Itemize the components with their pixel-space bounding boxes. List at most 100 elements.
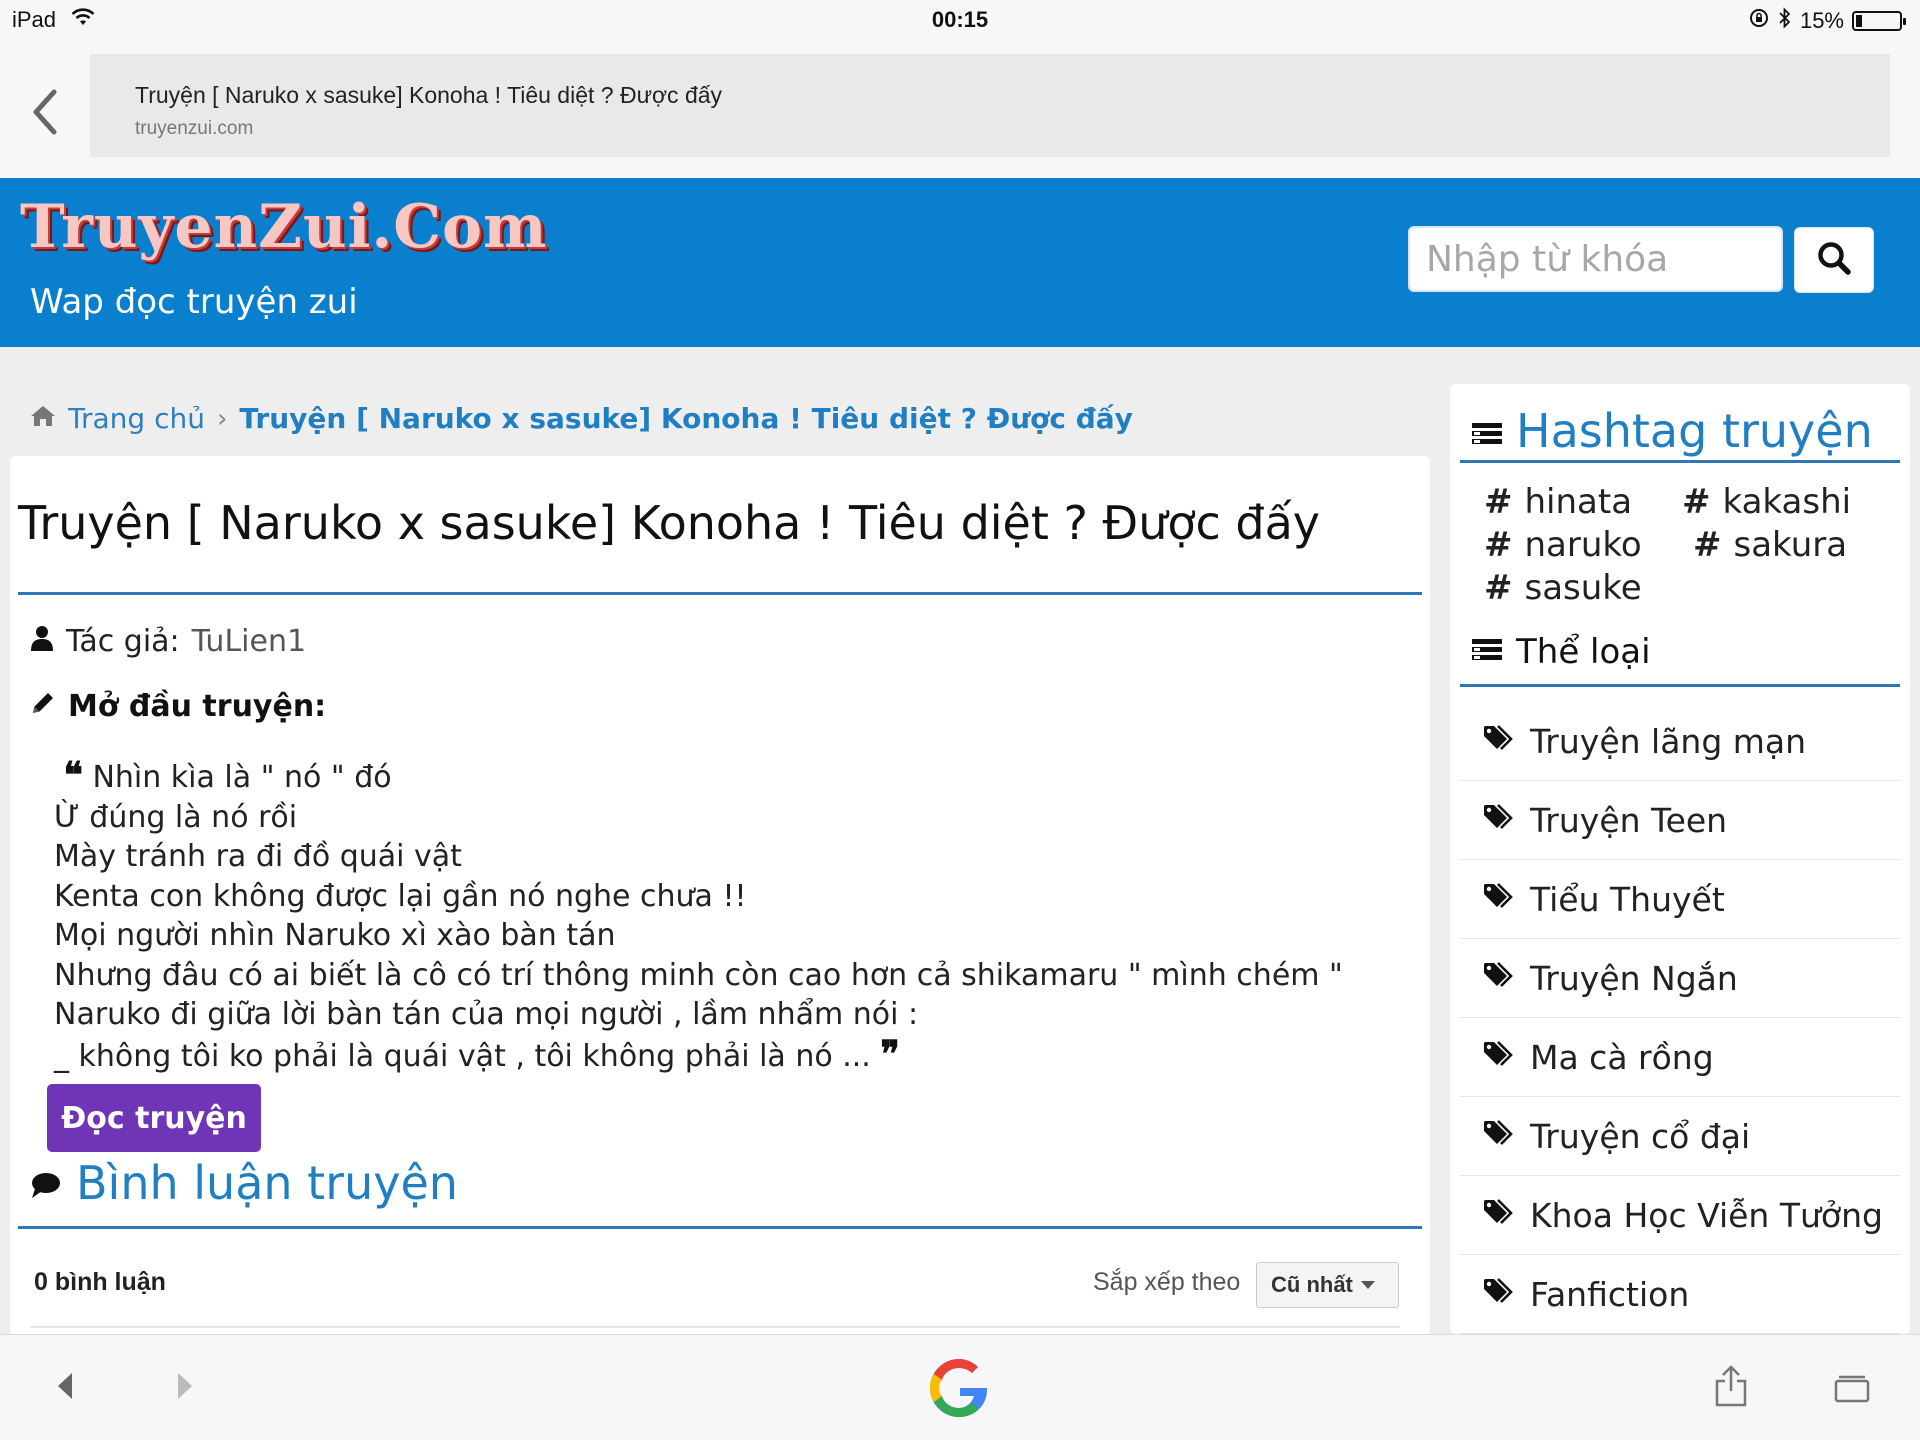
- site-tagline: Wap đọc truyện zui: [30, 282, 358, 322]
- genre-label: Truyện Teen: [1530, 800, 1728, 840]
- site-header: TruyenZui.Com Wap đọc truyện zui: [0, 178, 1920, 347]
- chevron-down-icon: [1360, 1281, 1375, 1289]
- hashtag-divider: [1460, 460, 1900, 463]
- tag-icon: [1482, 1275, 1516, 1314]
- hashtag-link[interactable]: # hinata: [1484, 482, 1632, 522]
- story-title: Truyện [ Naruko x sasuke] Konoha ! Tiêu …: [18, 496, 1321, 550]
- pencil-icon: [30, 689, 56, 724]
- clock: 00:15: [931, 7, 989, 32]
- intro-line: ❝ Nhìn kìa là " nó " đó: [63, 754, 392, 796]
- genre-label: Ma cà rồng: [1530, 1037, 1714, 1077]
- intro-line: Naruko đi giữa lời bàn tán của mọi người…: [54, 997, 919, 1032]
- breadcrumb-home[interactable]: Trang chủ: [68, 402, 205, 435]
- genre-label: Truyện lãng mạn: [1530, 721, 1807, 761]
- search-button[interactable]: [1794, 227, 1874, 293]
- address-bar[interactable]: Truyện [ Naruko x sasuke] Konoha ! Tiêu …: [90, 54, 1890, 157]
- genre-link[interactable]: Khoa Học Viễn Tưởng: [1460, 1176, 1900, 1255]
- intro-line: Kenta con không được lại gần nó nghe chư…: [54, 878, 747, 914]
- battery-percent: 15%: [1799, 8, 1844, 33]
- page-title-bar: Truyện [ Naruko x sasuke] Konoha ! Tiêu …: [135, 82, 723, 108]
- bluetooth-icon: [1778, 7, 1792, 35]
- genre-link[interactable]: Ma cà rồng: [1460, 1018, 1900, 1097]
- sort-select[interactable]: Cũ nhất: [1256, 1262, 1399, 1308]
- intro-heading-row: Mở đầu truyện:: [30, 689, 326, 724]
- share-icon[interactable]: [1714, 1365, 1748, 1411]
- comments-divider: [18, 1226, 1422, 1229]
- genre-link[interactable]: Truyện cổ đại: [1460, 1097, 1900, 1176]
- hashtag-heading: Hashtag truyện: [1516, 404, 1873, 458]
- genre-label: Tiểu Thuyết: [1530, 879, 1725, 919]
- quote-open-icon: ❝: [63, 754, 83, 796]
- home-icon[interactable]: [30, 402, 56, 435]
- author-name[interactable]: TuLien1: [192, 624, 306, 659]
- list-icon: [1472, 404, 1502, 458]
- genre-divider: [1460, 684, 1900, 687]
- back-icon[interactable]: [52, 1369, 78, 1407]
- hashtag-heading-row: Hashtag truyện: [1472, 404, 1873, 458]
- genre-heading: Thể loại: [1516, 632, 1651, 672]
- story-intro: ❝ Nhìn kìa là " nó " đó Ừ đúng là nó rồi…: [54, 754, 1343, 1076]
- tag-icon: [1482, 1196, 1516, 1235]
- comment-list-divider: [30, 1326, 1400, 1328]
- intro-heading: Mở đầu truyện:: [68, 689, 327, 724]
- author-row: Tác giả: TuLien1: [30, 624, 306, 659]
- battery-icon: [1852, 11, 1906, 31]
- intro-line: Mày tránh ra đi đồ quái vật: [54, 839, 462, 874]
- comment-count: 0 bình luận: [34, 1268, 166, 1296]
- tag-icon: [1482, 1038, 1516, 1077]
- search-input[interactable]: [1408, 226, 1783, 292]
- comments-heading: Bình luận truyện: [76, 1156, 458, 1210]
- tag-icon: [1482, 1117, 1516, 1156]
- breadcrumb: Trang chủ › Truyện [ Naruko x sasuke] Ko…: [30, 402, 1133, 435]
- genre-label: Truyện cổ đại: [1530, 1116, 1751, 1156]
- back-chevron-icon[interactable]: [26, 82, 66, 142]
- status-bar: iPad 00:15 15%: [0, 0, 1920, 40]
- title-divider: [18, 592, 1422, 595]
- tabs-icon[interactable]: [1834, 1373, 1870, 1407]
- intro-line: _ không tôi ko phải là quái vật , tôi kh…: [54, 1032, 900, 1075]
- user-icon: [30, 624, 54, 659]
- hashtag-link[interactable]: # sakura: [1693, 525, 1847, 565]
- genre-label: Truyện Ngắn: [1530, 958, 1738, 998]
- intro-line: Mọi người nhìn Naruko xì xào bàn tán: [54, 918, 616, 953]
- tag-icon: [1482, 801, 1516, 840]
- sort-value: Cũ nhất: [1271, 1272, 1353, 1297]
- breadcrumb-current[interactable]: Truyện [ Naruko x sasuke] Konoha ! Tiêu …: [239, 402, 1133, 435]
- browser-bar: Truyện [ Naruko x sasuke] Konoha ! Tiêu …: [0, 40, 1920, 178]
- genre-label: Khoa Học Viễn Tưởng: [1530, 1195, 1883, 1235]
- genre-link[interactable]: Truyện lãng mạn: [1460, 702, 1900, 781]
- comment-icon: [30, 1156, 62, 1210]
- story-card: Truyện [ Naruko x sasuke] Konoha ! Tiêu …: [10, 456, 1430, 1336]
- hash-icon: #: [1484, 482, 1513, 522]
- list-icon: [1472, 632, 1502, 672]
- comments-heading-row: Bình luận truyện: [30, 1156, 458, 1210]
- genre-link[interactable]: Truyện Ngắn: [1460, 939, 1900, 1018]
- forward-icon[interactable]: [172, 1369, 198, 1407]
- genre-label: Fanfiction: [1530, 1274, 1690, 1314]
- genre-link[interactable]: Fanfiction: [1460, 1255, 1900, 1334]
- hash-icon: #: [1682, 482, 1711, 522]
- search-icon: [1815, 239, 1853, 281]
- hash-icon: #: [1484, 568, 1513, 608]
- genre-heading-row: Thể loại: [1472, 632, 1651, 672]
- battery-level: [1856, 15, 1862, 27]
- intro-line: Nhưng đâu có ai biết là cô có trí thông …: [54, 957, 1343, 993]
- sort-label: Sắp xếp theo: [1093, 1268, 1241, 1296]
- hashtag-link[interactable]: # kakashi: [1682, 482, 1851, 522]
- hash-icon: #: [1484, 525, 1513, 565]
- read-story-button[interactable]: Đọc truyện: [47, 1084, 261, 1152]
- hashtag-link[interactable]: # sasuke: [1484, 568, 1642, 608]
- author-label: Tác giả:: [66, 624, 180, 659]
- page-domain: truyenzui.com: [135, 118, 254, 139]
- hashtag-link[interactable]: # naruko: [1484, 525, 1642, 565]
- sidebar: Hashtag truyện # hinata # kakashi # naruko …: [1450, 384, 1910, 1334]
- google-logo[interactable]: [926, 1355, 992, 1425]
- intro-line: Ừ đúng là nó rồi: [54, 799, 298, 835]
- tag-icon: [1482, 880, 1516, 919]
- site-logo[interactable]: TruyenZui.Com: [20, 192, 548, 262]
- hash-icon: #: [1693, 525, 1722, 565]
- genre-link[interactable]: Truyện Teen: [1460, 781, 1900, 860]
- genre-link[interactable]: Tiểu Thuyết: [1460, 860, 1900, 939]
- breadcrumb-separator: ›: [216, 403, 228, 434]
- tag-icon: [1482, 722, 1516, 761]
